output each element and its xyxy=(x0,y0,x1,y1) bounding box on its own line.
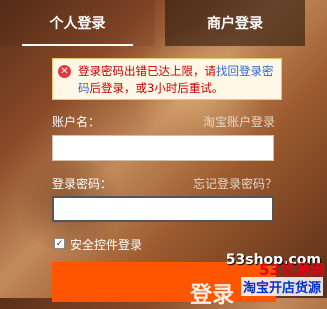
login-tabs: 个人登录 商户登录 xyxy=(0,0,327,48)
password-label: 登录密码： xyxy=(52,177,113,191)
error-message-box: ✕ 登录密码出错已达上限，请找回登录密码后登录，或3小时后重试。 xyxy=(52,58,282,100)
error-icon: ✕ xyxy=(58,65,71,78)
forgot-password-link[interactable]: 忘记登录密码？ xyxy=(193,175,277,192)
account-input[interactable] xyxy=(52,135,274,161)
taobao-account-login-link[interactable]: 淘宝账户登录 xyxy=(203,113,275,130)
login-button-label: 登录 xyxy=(190,283,235,308)
error-text-part1: 登录密码出错已达上限，请 xyxy=(78,64,216,78)
security-control-label: 安全控件登录 xyxy=(70,238,143,252)
tab-merchant-login[interactable]: 商户登录 xyxy=(165,0,305,46)
security-control-checkbox[interactable]: ✓ xyxy=(54,238,65,249)
password-input[interactable] xyxy=(52,196,274,222)
error-text-part2: 后登录，或3小时后重试。 xyxy=(89,81,224,95)
account-label: 账户名： xyxy=(52,115,101,129)
watermark-subtitle: 淘宝开店货源 xyxy=(240,277,323,296)
tab-personal-login[interactable]: 个人登录 xyxy=(0,0,155,46)
